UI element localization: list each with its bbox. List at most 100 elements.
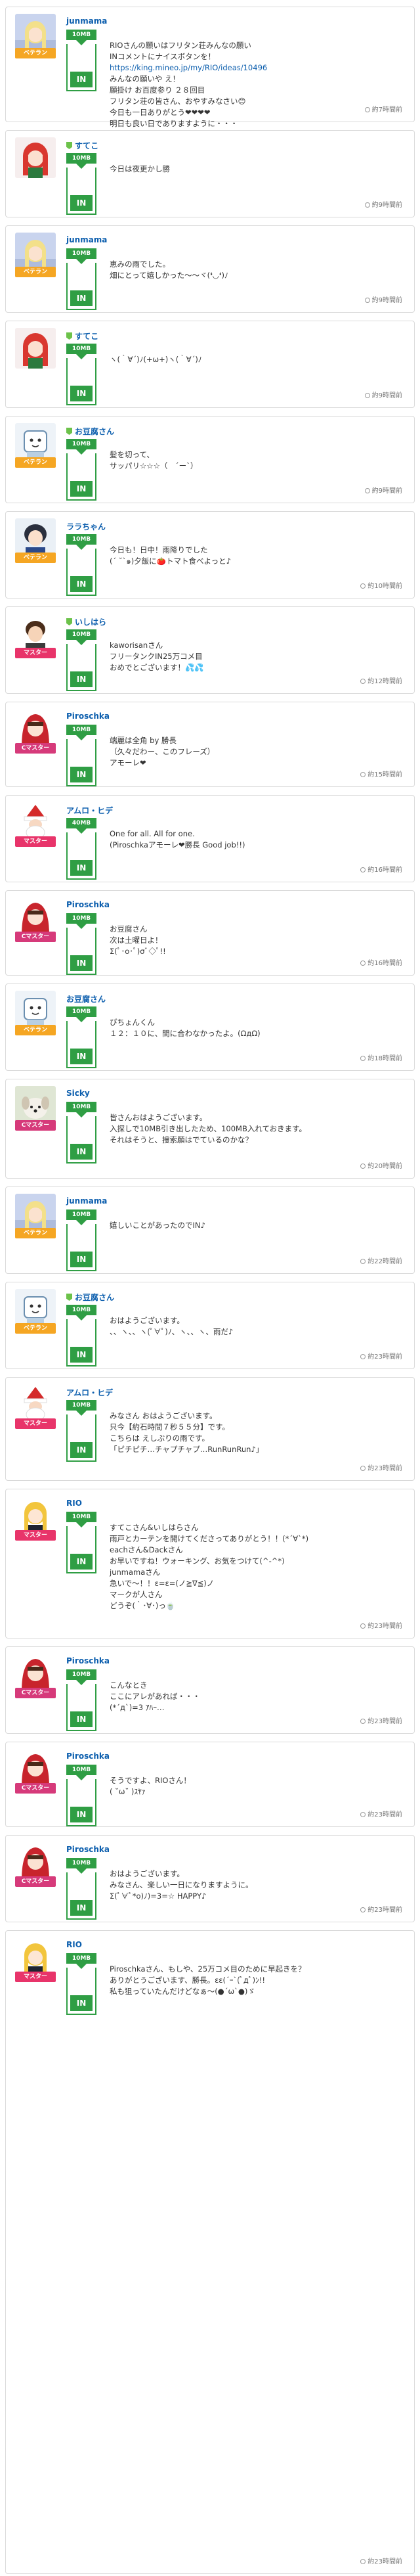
packet-amount: 10MB [66, 153, 96, 164]
username-link[interactable]: アムロ・ヒデ [66, 806, 113, 815]
timestamp-text: 約23時間前 [368, 1718, 402, 1725]
packet-tank-icon: 10MB IN [66, 1305, 96, 1367]
post-card: マスター アムロ・ヒデ 40MB IN One for all. All for one… [5, 795, 415, 882]
in-label: IN [70, 671, 93, 687]
timestamp: 約23時間前 [360, 1462, 402, 1472]
packet-amount: 10MB [66, 1006, 96, 1017]
packet-tank-icon: 10MB IN [66, 629, 96, 691]
clock-icon [360, 2559, 366, 2564]
username-link[interactable]: いしはら [75, 618, 106, 627]
rank-badge: Cマスター [15, 743, 56, 754]
clock-icon [360, 1164, 366, 1169]
username-link[interactable]: お豆腐さん [75, 1293, 114, 1302]
username-link[interactable]: お豆腐さん [75, 427, 114, 436]
in-label: IN [70, 386, 93, 401]
post-message: One for all. All for one. (Piroschkaアモーレ… [110, 828, 401, 851]
packet-tank-icon: 10MB IN [66, 1209, 96, 1271]
red-hair-girl-icon[interactable] [15, 137, 56, 178]
packet-amount: 10MB [66, 1400, 96, 1411]
packet-amount: 10MB [66, 1102, 96, 1112]
post-card: ベテラン お豆腐さん 10MB IN 髪を切って、 サッパリ☆☆☆（ ´ー`） 約9時間前 [5, 416, 415, 503]
username-link[interactable]: すてこ [75, 332, 98, 341]
timestamp-text: 約15時間前 [368, 771, 402, 779]
username-link[interactable]: すてこ [75, 141, 98, 150]
in-label: IN [70, 1554, 93, 1570]
message-text: 今日は夜更かし勝 [110, 164, 170, 173]
timestamp-text: 約23時間前 [368, 1811, 402, 1819]
username-link[interactable]: junmama [66, 235, 107, 244]
clock-icon [364, 393, 370, 398]
packet-tank-icon: 10MB IN [66, 153, 96, 215]
username-link[interactable]: Piroschka [66, 712, 110, 721]
post-card: マスター RIO 10MB IN すてこさん&いしはらさん 雨戸とカーテンを開けてくださ… [5, 1489, 415, 1638]
packet-amount: 10MB [66, 439, 96, 449]
username-link[interactable]: junmama [66, 1196, 107, 1206]
in-label: IN [70, 72, 93, 87]
username-link[interactable]: RIO [66, 1940, 82, 1949]
post-message: ぴちょんくん １２：１０に、間に合わなかったよ。(ΩдΩ) [110, 1017, 401, 1039]
in-label: IN [70, 1900, 93, 1916]
message-text: こんなとき ここにアレがあれば・・・ (*´д`)=3 ｱﾊｰ… [110, 1681, 200, 1712]
username-link[interactable]: RIO [66, 1499, 82, 1508]
username-link[interactable]: お豆腐さん [66, 995, 106, 1004]
clock-icon [360, 1466, 366, 1471]
clock-icon [364, 202, 370, 208]
timestamp-text: 約7時間前 [371, 106, 402, 114]
username-link[interactable]: Piroschka [66, 1751, 110, 1761]
rank-badge: マスター [15, 1530, 56, 1541]
message-text: そうですよ、RIOさん！ ( ˘ω˘ )ｽﾔｧ [110, 1776, 191, 1796]
packet-tank-icon: 10MB IN [66, 439, 96, 501]
clock-icon [360, 1719, 366, 1724]
packet-tank-icon: 10MB IN [66, 913, 96, 975]
clock-icon [360, 772, 366, 777]
message-text: One for all. All for one. (Piroschkaアモーレ… [110, 829, 245, 849]
post-card: ベテラン junmama 10MB IN RIOさんの願いはフリタン荘みんなの願い IN… [5, 7, 415, 128]
packet-tank-icon: 10MB IN [66, 534, 96, 596]
message-text: ヽ(｀∀´)ﾉ(+ω+)ヽ(｀∀´)ﾉ [110, 355, 202, 364]
timestamp: 約16時間前 [360, 864, 402, 874]
clock-icon [360, 960, 366, 966]
message-text: 端麗は全角 by 勝長 （久々だわー、このフレーズ） アモーレ❤ [110, 736, 215, 767]
rank-badge: Cマスター [15, 932, 56, 942]
idea-link[interactable]: https://king.mineo.jp/my/RIO/ideas/10496 [110, 63, 267, 72]
in-label: IN [70, 955, 93, 971]
post-message: お豆腐さん 次は土曜日よ！ Σ(ﾟ･o･ﾟ)σﾞ◇ﾟ!! [110, 924, 401, 957]
timestamp: 約9時間前 [364, 294, 402, 304]
timestamp-text: 約18時間前 [368, 1055, 402, 1062]
rank-badge: ベテラン [15, 48, 56, 58]
post-message: こんなとき ここにアレがあれば・・・ (*´д`)=3 ｱﾊｰ… [110, 1680, 401, 1713]
post-card: マスター いしはら 10MB IN kaworisanさん フリータンクIN25万コメ目… [5, 606, 415, 694]
username-link[interactable]: Piroschka [66, 1656, 110, 1665]
username-link[interactable]: アムロ・ヒデ [66, 1388, 113, 1397]
timestamp-text: 約16時間前 [368, 960, 402, 967]
packet-amount: 10MB [66, 1858, 96, 1868]
post-card: マスター RIO 10MB IN Piroschkaさん、もしや、25万コメ目のために早… [5, 1930, 415, 2574]
beginner-mark-icon [66, 618, 72, 625]
timestamp-text: 約16時間前 [368, 867, 402, 874]
timestamp: 約7時間前 [364, 104, 402, 114]
post-message: 皆さんおはようございます。 入探しで10MB引き出したため、100MB入れておき… [110, 1112, 401, 1146]
packet-tank-icon: 10MB IN [66, 1953, 96, 2015]
in-label: IN [70, 1711, 93, 1727]
message-text: おはようございます。 、、ヽ、、ヽ(ﾟ∀ﾟ)ﾉ、ヽ、、ヽ、雨だ♪ [110, 1316, 234, 1336]
clock-icon [360, 1812, 366, 1817]
timestamp: 約22時間前 [360, 1255, 402, 1265]
timestamp: 約16時間前 [360, 957, 402, 967]
username-link[interactable]: Piroschka [66, 1845, 110, 1854]
timestamp-text: 約23時間前 [368, 1623, 402, 1630]
in-label: IN [70, 576, 93, 592]
packet-tank-icon: 10MB IN [66, 248, 96, 310]
username-link[interactable]: Piroschka [66, 900, 110, 909]
username-link[interactable]: junmama [66, 16, 107, 26]
username-link[interactable]: Sicky [66, 1089, 90, 1098]
message-text: kaworisanさん フリータンクIN25万コメ目 おめでとございます！💦💦 [110, 641, 204, 672]
username-link[interactable]: ララちゃん [66, 522, 106, 531]
post-card: Cマスター Piroschka 10MB IN おはようございます。 みなさん、楽しい一… [5, 1835, 415, 1922]
red-hair-girl-icon[interactable] [15, 328, 56, 369]
packet-tank-icon: 10MB IN [66, 1006, 96, 1068]
packet-amount: 10MB [66, 248, 96, 259]
post-card: Cマスター Piroschka 10MB IN お豆腐さん 次は土曜日よ！ Σ(ﾟ･o･… [5, 890, 415, 976]
clock-icon [364, 107, 370, 112]
packet-tank-icon: 10MB IN [66, 1400, 96, 1462]
post-card: ベテラン junmama 10MB IN 嬉しいことがあったのでIN♪ 約22時間前 [5, 1186, 415, 1274]
